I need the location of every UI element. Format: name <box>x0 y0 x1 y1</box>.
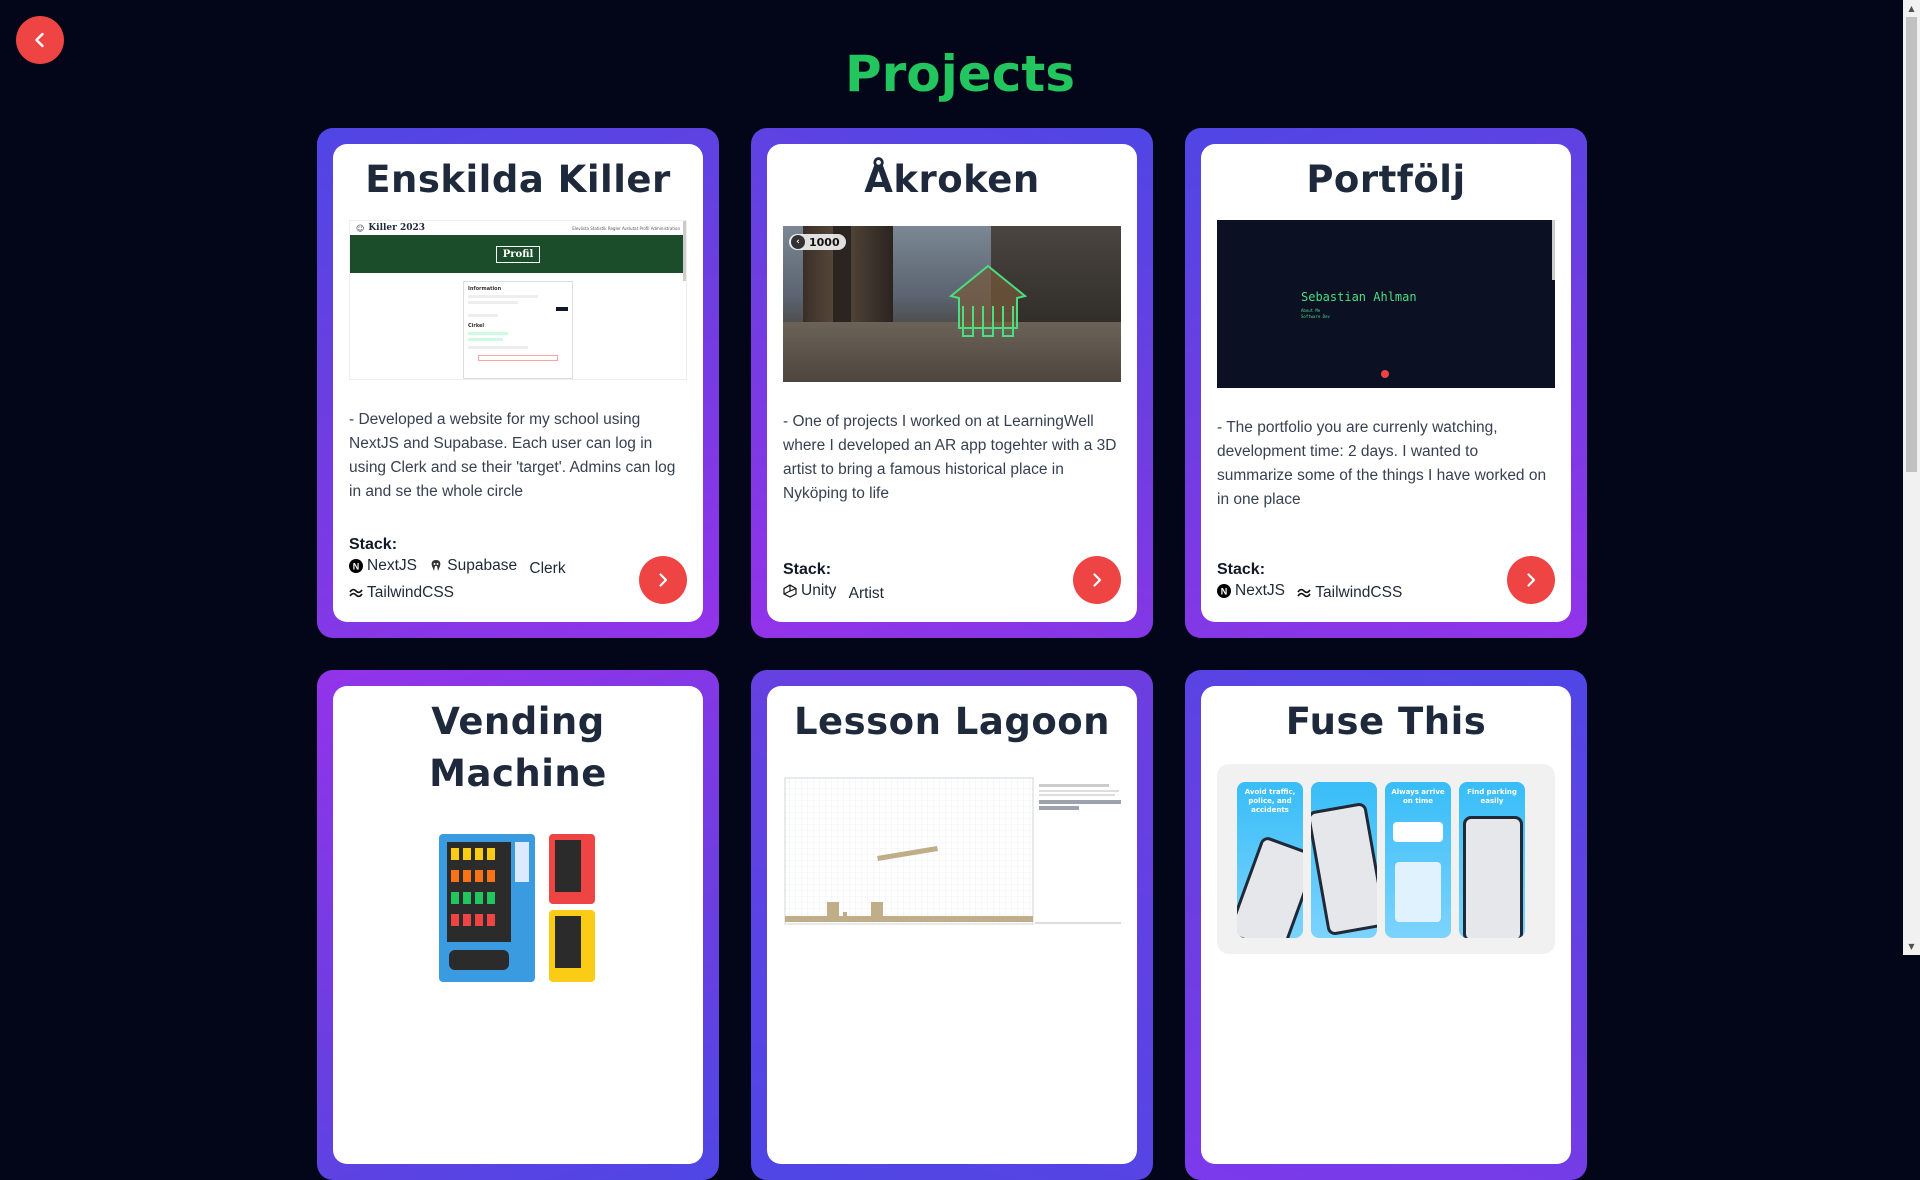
chevron-right-icon <box>659 573 668 587</box>
project-card: Åkroken ‹ 1000 - One of projects I worke… <box>767 144 1137 622</box>
stack-item-nextjs: N NextJS <box>349 554 417 578</box>
preview-name: Sebastian Ahlman <box>1301 290 1417 304</box>
vending-machine-illustration <box>439 834 595 982</box>
page-scrollbar[interactable]: ▲ ▼ <box>1903 0 1920 955</box>
project-screenshot <box>783 776 1121 926</box>
app-screen-2 <box>1311 782 1377 938</box>
stack-item-supabase: Supabase <box>429 554 517 578</box>
project-title: Fuse This <box>1285 700 1487 743</box>
chevron-right-icon <box>1527 573 1536 587</box>
project-screenshot: ‹ 1000 <box>783 226 1121 382</box>
project-title: Enskilda Killer <box>365 158 671 201</box>
preview-site-name: Killer 2023 <box>368 223 426 233</box>
stack-label: Stack: <box>1217 561 1266 578</box>
preview-logo-icon: ☺ <box>356 223 365 233</box>
project-screenshot: Sebastian Ahlman About Me Software Dev <box>1217 220 1555 388</box>
stack-list: N NextJS TailwindCSS <box>1217 579 1507 606</box>
svg-text:N: N <box>1221 587 1228 597</box>
open-project-button[interactable] <box>1507 556 1555 604</box>
project-description: - One of projects I worked on at Learnin… <box>783 413 1117 502</box>
project-card-frame: Fuse This Avoid traffic, police, and acc… <box>1185 670 1587 1180</box>
projects-grid: Enskilda Killer ☺ Killer 2023 Elevlista … <box>317 128 1587 1180</box>
scroll-up-arrow[interactable]: ▲ <box>1903 0 1920 17</box>
scrollbar-thumb[interactable] <box>1906 17 1917 472</box>
supabase-icon <box>429 559 443 573</box>
stack-label: Stack: <box>783 561 832 578</box>
preview-banner: Profil <box>350 235 686 273</box>
app-screen-3: Always arrive on time <box>1385 782 1451 938</box>
project-card: Fuse This Avoid traffic, police, and acc… <box>1201 686 1571 1164</box>
project-card: Vending Machine <box>333 686 703 1164</box>
tailwind-icon <box>1297 588 1311 598</box>
project-card: Portfölj Sebastian Ahlman About Me Softw… <box>1201 144 1571 622</box>
scroll-down-arrow[interactable]: ▼ <box>1903 938 1920 955</box>
tailwind-icon <box>349 588 363 598</box>
project-card-frame: Lesson Lagoon <box>751 670 1153 1180</box>
project-stack: Stack: N NextJS Supabase Clerk TailwindCS… <box>349 522 639 606</box>
project-card-frame: Portfölj Sebastian Ahlman About Me Softw… <box>1185 128 1587 638</box>
stack-item-unity: Unity <box>783 579 836 603</box>
project-screenshot: Avoid traffic, police, and accidents Alw… <box>1217 764 1555 954</box>
nextjs-icon: N <box>349 559 363 573</box>
app-screen-1: Avoid traffic, police, and accidents <box>1237 782 1303 938</box>
project-screenshot: ☺ Killer 2023 Elevlista Statistik Regler… <box>349 220 687 380</box>
stack-item-tailwind: TailwindCSS <box>1297 581 1402 605</box>
project-title: Vending Machine <box>429 700 607 795</box>
project-card: Enskilda Killer ☺ Killer 2023 Elevlista … <box>333 144 703 622</box>
stack-list: N NextJS Supabase Clerk TailwindCSS <box>349 554 639 606</box>
stack-item-nextjs: N NextJS <box>1217 579 1285 603</box>
project-card-frame: Vending Machine <box>317 670 719 1180</box>
stack-item-clerk: Clerk <box>529 560 566 577</box>
project-title: Lesson Lagoon <box>793 700 1111 743</box>
open-project-button[interactable] <box>639 556 687 604</box>
project-stack: Stack: N NextJS TailwindCSS <box>1217 547 1507 606</box>
project-card-frame: Enskilda Killer ☺ Killer 2023 Elevlista … <box>317 128 719 638</box>
chevron-right-icon <box>1093 573 1102 587</box>
nextjs-icon: N <box>1217 584 1231 598</box>
stack-item-artist: Artist <box>848 585 884 602</box>
open-project-button[interactable] <box>1073 556 1121 604</box>
stack-item-tailwind: TailwindCSS <box>349 581 454 605</box>
preview-nav: Elevlista Statistik Regler Avslutat Prof… <box>572 225 680 231</box>
back-circle-icon: ‹ <box>791 235 805 249</box>
project-card: Lesson Lagoon <box>767 686 1137 1164</box>
project-title: Portfölj <box>1306 158 1466 201</box>
project-title: Åkroken <box>864 158 1040 201</box>
project-screenshot <box>349 822 687 992</box>
scroll-dot <box>1381 370 1389 378</box>
project-description: - Developed a website for my school usin… <box>349 411 676 500</box>
unity-icon <box>783 584 797 598</box>
stack-label: Stack: <box>349 536 398 553</box>
app-screen-4: Find parking easily <box>1459 782 1525 938</box>
counter-badge: ‹ 1000 <box>789 234 846 250</box>
project-card-frame: Åkroken ‹ 1000 - One of projects I worke… <box>751 128 1153 638</box>
project-stack: Stack: Unity Artist <box>783 547 1073 606</box>
ar-model-icon <box>948 264 1028 337</box>
physics-game-preview <box>784 777 1121 925</box>
project-description: - The portfolio you are currenly watchin… <box>1217 419 1547 508</box>
svg-text:N: N <box>353 562 360 572</box>
stack-list: Unity Artist <box>783 579 1073 606</box>
page-title: Projects <box>844 45 1075 103</box>
